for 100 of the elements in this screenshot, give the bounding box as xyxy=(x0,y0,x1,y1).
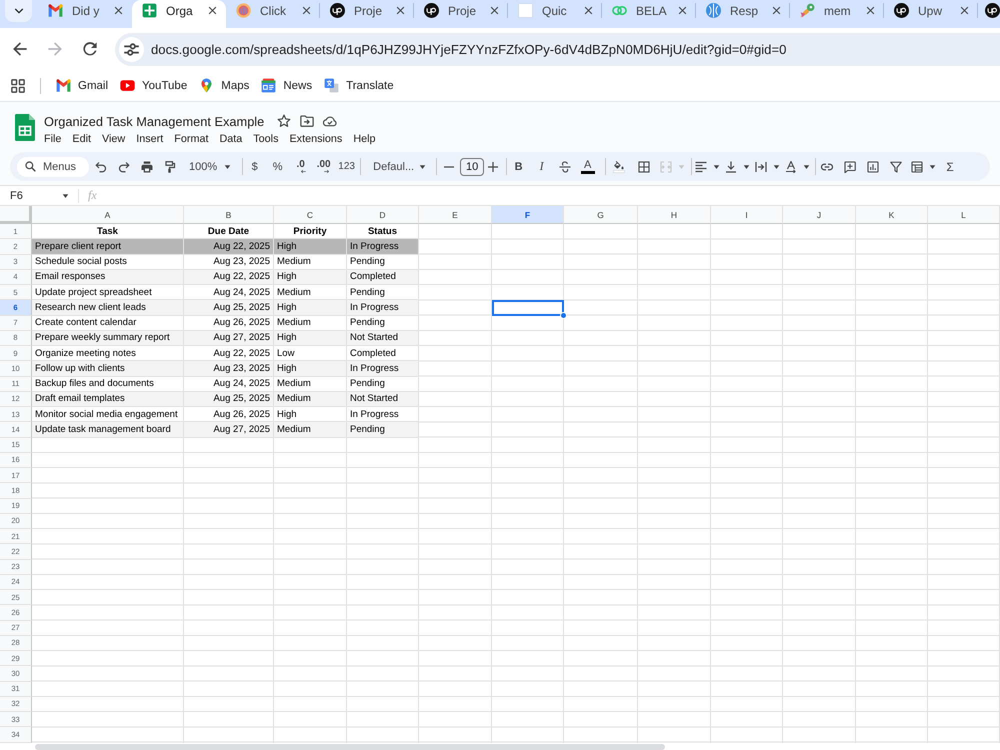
close-icon[interactable] xyxy=(208,6,217,15)
caret-icon[interactable] xyxy=(62,192,69,198)
back-arrow-icon[interactable] xyxy=(12,41,28,57)
close-icon[interactable] xyxy=(584,6,593,15)
apps-grid-icon[interactable] xyxy=(11,78,25,92)
browser-tab[interactable]: Quic xyxy=(508,0,602,28)
close-icon[interactable] xyxy=(114,6,123,15)
browser-tab[interactable]: mem xyxy=(790,0,884,28)
column-header[interactable]: G xyxy=(564,206,638,224)
address-bar[interactable]: docs.google.com/spreadsheets/d/1qP6JHZ99JHYjeFZYYnzFZfxOPy-6dV4dBZpN0MD6HjU/edit?gid=0#gid=0 xyxy=(115,32,1000,66)
increase-decimals-button[interactable]: .00 xyxy=(316,160,331,174)
menu-item[interactable]: Help xyxy=(353,132,376,144)
functions-button[interactable]: Σ xyxy=(946,160,954,174)
menu-item[interactable]: Format xyxy=(174,132,208,144)
browser-tab[interactable]: Did y xyxy=(38,0,132,28)
chart-icon[interactable] xyxy=(867,160,880,172)
bold-button[interactable]: B xyxy=(514,160,523,172)
menu-item[interactable]: Extensions xyxy=(289,132,342,144)
menu-item[interactable]: Edit xyxy=(72,132,92,144)
align-left-icon[interactable] xyxy=(695,160,708,172)
bookmark-link[interactable]: Translate xyxy=(319,78,399,93)
folder-move-icon[interactable] xyxy=(300,114,314,128)
align-bottom-icon[interactable] xyxy=(725,160,738,172)
column-header[interactable]: I xyxy=(711,206,783,224)
blank-square-icon xyxy=(518,3,533,18)
cloud-check-icon[interactable] xyxy=(323,114,338,128)
menu-item[interactable]: File xyxy=(44,132,62,144)
site-settings-icon[interactable] xyxy=(119,36,144,62)
close-icon[interactable] xyxy=(490,6,499,15)
browser-tab[interactable]: Proje xyxy=(320,0,414,28)
column-header[interactable]: F xyxy=(492,206,564,224)
zoom-dropdown[interactable]: 100% xyxy=(189,160,232,172)
menu-item[interactable]: Tools xyxy=(253,132,278,144)
menu-item[interactable]: Insert xyxy=(136,132,164,144)
number-format-button[interactable]: 123 xyxy=(338,161,355,172)
close-icon[interactable] xyxy=(678,6,687,15)
print-icon[interactable] xyxy=(140,160,152,172)
currency-format-button[interactable]: $ xyxy=(252,160,258,172)
cell-selection[interactable] xyxy=(492,300,564,316)
font-dropdown[interactable]: Defaul... xyxy=(373,160,426,172)
column-header[interactable]: A xyxy=(32,206,184,224)
column-header[interactable]: L xyxy=(928,206,1000,224)
column-header[interactable]: C xyxy=(274,206,347,224)
menu-item[interactable]: View xyxy=(102,132,126,144)
percent-format-button[interactable]: % xyxy=(272,160,283,172)
browser-tab[interactable]: Resp xyxy=(696,0,790,28)
close-icon[interactable] xyxy=(772,6,781,15)
column-header[interactable]: E xyxy=(419,206,492,224)
caret-icon[interactable] xyxy=(772,164,780,170)
add-comment-icon[interactable] xyxy=(844,160,856,172)
decrease-decimals-button[interactable]: .0 xyxy=(294,160,307,174)
browser-tab[interactable]: Upw xyxy=(884,0,978,28)
close-icon[interactable] xyxy=(960,6,969,15)
column-header[interactable]: K xyxy=(856,206,928,224)
link-icon[interactable] xyxy=(821,160,834,172)
plus-icon[interactable] xyxy=(487,160,500,172)
close-icon[interactable] xyxy=(396,6,405,15)
close-icon[interactable] xyxy=(302,6,311,15)
italic-button[interactable]: I xyxy=(540,159,544,174)
undo-icon[interactable] xyxy=(94,160,106,172)
caret-icon[interactable] xyxy=(712,164,720,170)
table-cell: Medium xyxy=(274,422,347,438)
star-icon[interactable] xyxy=(277,114,292,128)
close-icon[interactable] xyxy=(866,6,875,15)
reload-icon[interactable] xyxy=(82,41,98,57)
column-header[interactable]: B xyxy=(184,206,274,224)
browser-tab[interactable]: BELA xyxy=(602,0,696,28)
translate-icon xyxy=(324,78,340,93)
filter-icon[interactable] xyxy=(890,160,902,172)
menu-search-field[interactable]: Menus xyxy=(17,156,89,176)
text-color-button[interactable]: A xyxy=(580,160,595,174)
bookmark-link[interactable]: YouTube xyxy=(115,78,192,93)
name-box-field[interactable]: F6 xyxy=(0,190,60,202)
browser-tab[interactable]: Proje xyxy=(414,0,508,28)
paint-roller-icon[interactable] xyxy=(164,160,176,172)
browser-tab[interactable]: Click xyxy=(226,0,320,28)
horizontal-scrollbar[interactable] xyxy=(35,744,665,750)
caret-icon[interactable] xyxy=(929,164,936,170)
column-header[interactable]: H xyxy=(638,206,711,224)
spreadsheet-logo-icon[interactable] xyxy=(15,114,35,141)
tab-search-button[interactable] xyxy=(5,0,32,22)
browser-tab[interactable]: Orga xyxy=(132,0,226,28)
bookmark-link[interactable]: Maps xyxy=(194,78,254,93)
bookmark-link[interactable]: News xyxy=(256,78,318,93)
caret-icon[interactable] xyxy=(802,164,810,170)
column-header[interactable]: J xyxy=(783,206,856,224)
menu-item[interactable]: Data xyxy=(219,132,242,144)
column-header[interactable]: D xyxy=(347,206,419,224)
caret-icon[interactable] xyxy=(742,164,750,170)
document-title[interactable]: Organized Task Management Example xyxy=(44,114,264,128)
text-wrap-icon[interactable] xyxy=(755,160,768,172)
bookmark-link[interactable]: Gmail xyxy=(51,78,114,93)
redo-icon[interactable] xyxy=(118,160,130,172)
paint-bucket-icon[interactable] xyxy=(612,160,625,172)
font-size-field[interactable]: 10 xyxy=(460,158,484,176)
fill-handle-icon[interactable] xyxy=(560,312,567,318)
text-rotation-icon[interactable] xyxy=(785,160,798,172)
strikethrough-icon[interactable] xyxy=(558,160,571,172)
filter-views-icon[interactable] xyxy=(911,160,924,172)
borders-icon[interactable] xyxy=(638,160,650,172)
